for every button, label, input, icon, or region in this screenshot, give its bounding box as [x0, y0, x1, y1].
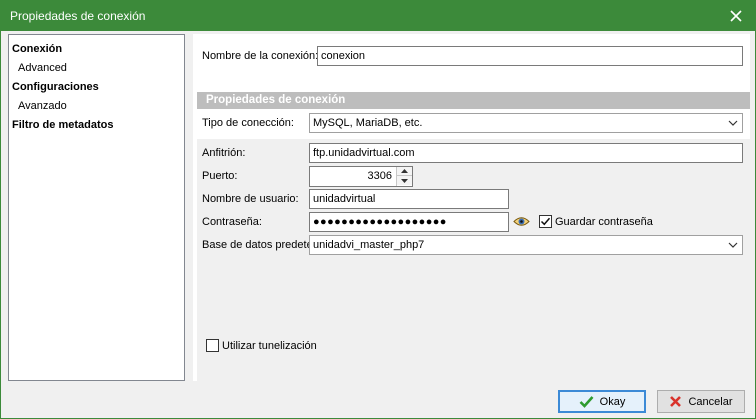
cancel-button[interactable]: Cancelar [657, 390, 745, 413]
default-db-value: unidadvi_master_php7 [313, 239, 425, 251]
chevron-down-icon [728, 237, 738, 259]
tunnel-checkbox[interactable] [206, 339, 219, 352]
tree-item-conexion[interactable]: Conexión [9, 40, 184, 59]
check-icon [579, 396, 594, 408]
okay-button[interactable]: Okay [558, 390, 646, 413]
default-db-select[interactable]: unidadvi_master_php7 [309, 235, 743, 255]
connection-properties-area: Anfitrión: ftp.unidadvirtual.com Puerto:… [197, 139, 750, 381]
close-icon[interactable] [716, 0, 756, 31]
section-header: Propiedades de conexión [197, 92, 750, 109]
eye-icon[interactable] [513, 215, 530, 231]
connection-name-label: Nombre de la conexión: [202, 50, 319, 62]
chevron-down-icon [728, 115, 738, 137]
port-value: 3306 [367, 170, 392, 182]
tree-item-configuraciones[interactable]: Configuraciones [9, 78, 184, 97]
save-password-label[interactable]: Guardar contraseña [555, 215, 653, 229]
connection-type-value: MySQL, MariaDB, etc. [313, 117, 423, 129]
save-password-checkbox[interactable] [539, 215, 552, 228]
username-input[interactable]: unidadvirtual [309, 189, 509, 209]
host-input[interactable]: ftp.unidadvirtual.com [309, 143, 743, 163]
okay-label: Okay [599, 395, 626, 408]
password-label: Contraseña: [202, 216, 262, 228]
connection-name-input[interactable]: conexion [317, 46, 743, 66]
properties-panel: Nombre de la conexión: conexion Propieda… [193, 34, 750, 381]
cancel-label: Cancelar [688, 395, 733, 408]
settings-tree: Conexión Advanced Configuraciones Avanza… [8, 34, 185, 381]
dialog-body: Conexión Advanced Configuraciones Avanza… [0, 31, 756, 419]
x-icon [670, 396, 682, 407]
tree-item-advanced[interactable]: Advanced [9, 59, 184, 78]
connection-type-label: Tipo de conección: [202, 117, 294, 129]
check-icon [540, 217, 551, 226]
port-stepper[interactable]: 3306 [309, 166, 413, 187]
window-title: Propiedades de conexión [10, 9, 146, 23]
tunnel-label[interactable]: Utilizar tunelización [222, 339, 317, 353]
tree-item-avanzado[interactable]: Avanzado [9, 97, 184, 116]
default-db-label: Base de datos predeterminada: [202, 239, 310, 251]
port-label: Puerto: [202, 170, 238, 182]
connection-type-select[interactable]: MySQL, MariaDB, etc. [309, 113, 743, 133]
host-label: Anfitrión: [202, 147, 246, 159]
tree-item-filtro-metadatos[interactable]: Filtro de metadatos [9, 116, 184, 135]
increment-icon[interactable] [397, 167, 412, 176]
username-label: Nombre de usuario: [202, 193, 299, 205]
decrement-icon[interactable] [397, 176, 412, 185]
password-input[interactable]: ●●●●●●●●●●●●●●●●●●● [309, 212, 509, 232]
title-bar: Propiedades de conexión [0, 0, 756, 31]
